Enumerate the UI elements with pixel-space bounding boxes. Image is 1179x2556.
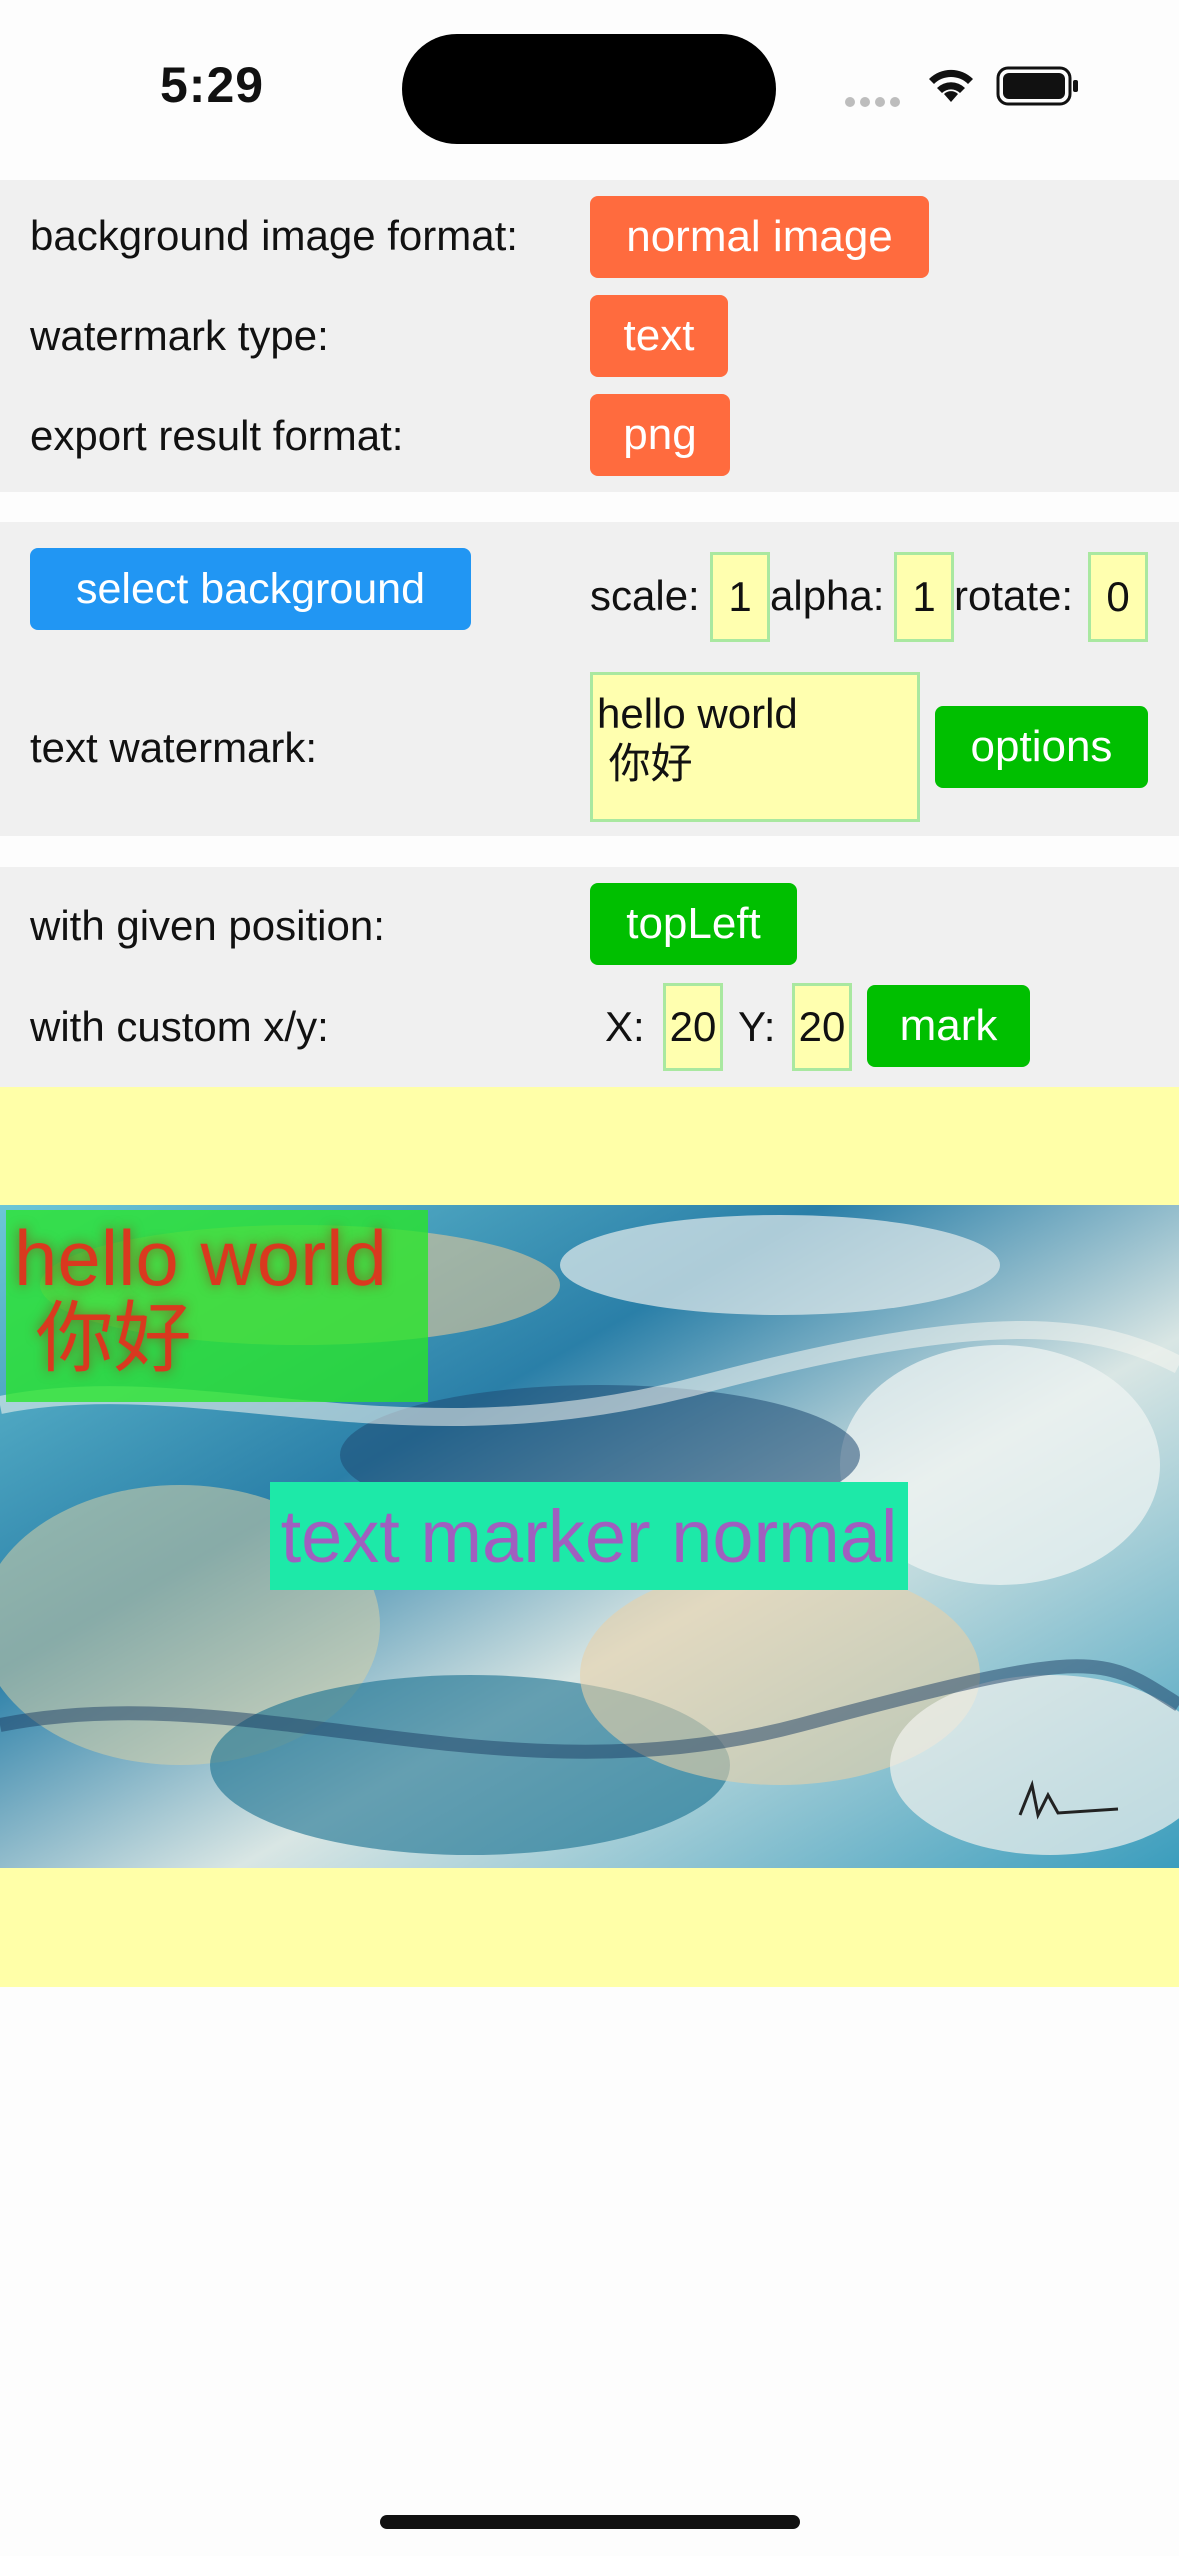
y-label: Y: xyxy=(738,1003,776,1050)
watermark-type-button[interactable]: text xyxy=(590,295,728,377)
select-background-button[interactable]: select background xyxy=(30,548,471,630)
text-marker-box: text marker normal xyxy=(270,1482,908,1590)
given-position-button[interactable]: topLeft xyxy=(590,883,797,965)
text-marker-label: text marker normal xyxy=(280,1494,898,1578)
watermark-type-label: watermark type: xyxy=(30,312,329,359)
wifi-icon xyxy=(929,69,973,102)
options-button[interactable]: options xyxy=(935,706,1148,788)
export-format-label: export result format: xyxy=(30,412,404,459)
y-input[interactable]: 20 xyxy=(792,983,852,1071)
custom-xy-label: with custom x/y: xyxy=(30,1003,329,1050)
mark-button[interactable]: mark xyxy=(867,985,1030,1067)
alpha-label: alpha: xyxy=(770,572,885,619)
alpha-input[interactable]: 1 xyxy=(894,552,954,642)
battery-icon xyxy=(996,66,1078,106)
watermark-text: hello world 你好 xyxy=(14,1214,387,1382)
rotate-input[interactable]: 0 xyxy=(1088,552,1148,642)
text-watermark-input[interactable]: hello world 你好 xyxy=(590,672,920,822)
export-format-button[interactable]: png xyxy=(590,394,730,476)
status-time: 5:29 xyxy=(160,57,265,113)
given-position-label: with given position: xyxy=(30,902,385,949)
scale-input[interactable]: 1 xyxy=(710,552,770,642)
bg-format-label: background image format: xyxy=(30,212,518,259)
home-indicator[interactable] xyxy=(380,2515,800,2529)
rotate-label: rotate: xyxy=(954,572,1074,619)
dynamic-island xyxy=(402,34,776,144)
text-watermark-label: text watermark: xyxy=(30,724,318,771)
x-input[interactable]: 20 xyxy=(663,983,723,1071)
bg-format-button[interactable]: normal image xyxy=(590,196,929,278)
cellular-signal-icon xyxy=(845,94,905,107)
scale-label: scale: xyxy=(590,572,700,619)
x-label: X: xyxy=(605,1003,645,1050)
